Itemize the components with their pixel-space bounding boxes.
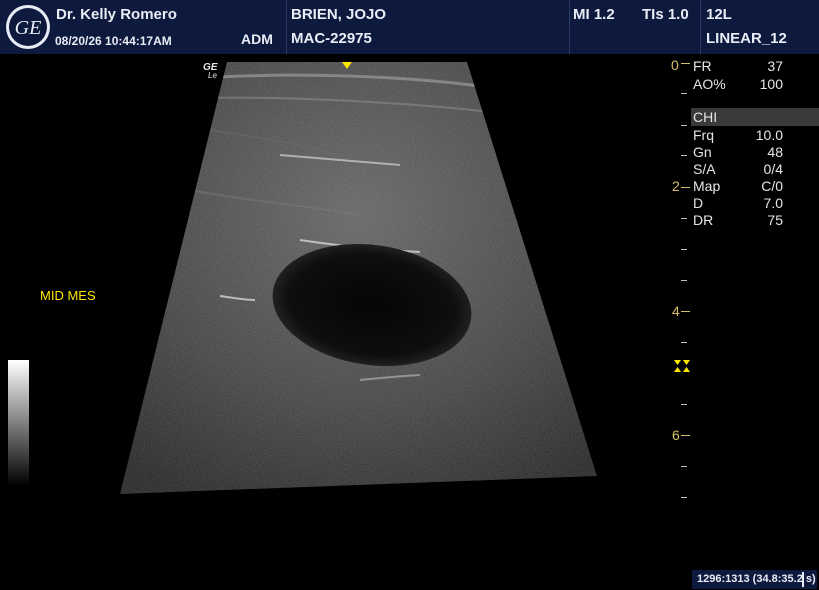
mechanical-index: MI 1.2	[573, 6, 615, 23]
probe-name: 12L	[706, 6, 732, 23]
depth-label-0: 0	[671, 57, 679, 73]
depth-label-2: 2	[672, 178, 680, 194]
depth-tick	[681, 497, 687, 498]
depth-tick	[681, 218, 687, 219]
grayscale-bar	[8, 360, 29, 486]
depth-tick	[681, 280, 687, 281]
cine-counter-text: 1296:1313 (34.8:35.2 s)	[697, 573, 816, 585]
cine-counter[interactable]: 1296:1313 (34.8:35.2 s)	[692, 570, 817, 589]
depth-tick	[681, 404, 687, 405]
preset-name: LINEAR_12	[706, 30, 787, 47]
header-bar: GE Dr. Kelly Romero 08/20/26 10:44:17AM …	[0, 0, 819, 54]
depth-tick	[681, 125, 687, 126]
operator-id: ADM	[241, 31, 273, 47]
depth-tick	[681, 155, 687, 156]
depth-label-4: 4	[672, 303, 680, 319]
physician-name: Dr. Kelly Romero	[56, 6, 177, 23]
depth-tick	[681, 435, 690, 436]
annotation-text: MID MES	[40, 288, 96, 303]
depth-tick	[681, 63, 690, 64]
depth-tick	[681, 93, 687, 94]
depth-tick	[681, 342, 687, 343]
patient-id: MAC-22975	[291, 30, 372, 47]
svg-text:Le: Le	[208, 71, 217, 80]
depth-tick	[681, 249, 687, 250]
depth-label-6: 6	[672, 427, 680, 443]
focus-zone-icon	[674, 360, 690, 372]
patient-name: BRIEN, JOJO	[291, 6, 387, 23]
exam-datetime: 08/20/26 10:44:17AM	[55, 34, 172, 48]
depth-tick	[681, 466, 687, 467]
thermal-index: TIs 1.0	[642, 6, 689, 23]
depth-tick	[681, 187, 690, 188]
depth-tick	[681, 311, 690, 312]
cine-cursor	[802, 572, 804, 587]
